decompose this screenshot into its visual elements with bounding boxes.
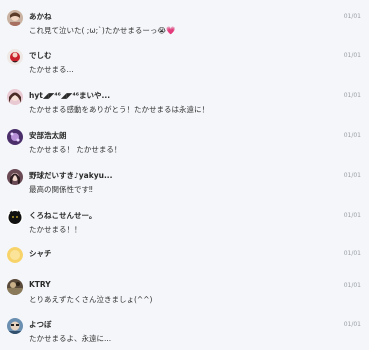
conversation-date: 01/01: [343, 13, 361, 20]
conversation-date: 01/01: [343, 92, 361, 99]
conversation-name: 野球だいすき♪yakyu...: [29, 171, 113, 180]
conversation-date: 01/01: [343, 212, 361, 219]
conversation-item[interactable]: くろねこせんせー。 01/01 たかせまる！！: [0, 207, 369, 247]
conversation-name: よつぼ: [29, 320, 52, 329]
conversation-list: あかね 01/01 これ見て泣いた( ;ω;`)たかせまるーっ😭💗 でしむ 01…: [0, 0, 369, 350]
conversation-item[interactable]: でしむ 01/01 たかせまる...: [0, 47, 369, 87]
conversation-message: たかせまる...: [29, 65, 74, 74]
black-cat-avatar-icon[interactable]: [7, 209, 23, 225]
conversation-item[interactable]: 安部浩太朗 01/01 たかせまる！ たかせまる！: [0, 127, 369, 167]
conversation-name: あかね: [29, 12, 52, 21]
photo-avatar-icon[interactable]: [7, 89, 23, 105]
conversation-name: hyt◢◤⁴⁶◢◤⁴⁶まいや...: [29, 91, 111, 100]
conversation-message: とりあえずたくさん泣きましょ(^^): [29, 295, 153, 304]
photo-avatar-icon[interactable]: [7, 49, 23, 65]
photo-avatar-icon[interactable]: [7, 10, 23, 26]
conversation-date: 01/01: [343, 282, 361, 289]
conversation-item[interactable]: KTRY 01/01 とりあえずたくさん泣きましょ(^^): [0, 277, 369, 317]
conversation-item[interactable]: あかね 01/01 これ見て泣いた( ;ω;`)たかせまるーっ😭💗: [0, 8, 369, 48]
photo-avatar-icon[interactable]: [7, 129, 23, 145]
photo-avatar-icon[interactable]: [7, 318, 23, 334]
conversation-message: たかせまるよ、永遠に...: [29, 334, 112, 343]
conversation-date: 01/01: [343, 250, 361, 257]
conversation-item[interactable]: よつぼ 01/01 たかせまるよ、永遠に...: [0, 316, 369, 350]
conversation-message: これ見て泣いた( ;ω;`)たかせまるーっ😭💗: [29, 26, 176, 35]
conversation-name: でしむ: [29, 51, 52, 60]
photo-avatar-icon[interactable]: [7, 169, 23, 185]
conversation-message: 最高の関係性です‼: [29, 185, 93, 194]
conversation-item[interactable]: 野球だいすき♪yakyu... 01/01 最高の関係性です‼: [0, 167, 369, 207]
conversation-message: たかせまる感動をありがとう！たかせまるは永遠に！: [29, 105, 209, 114]
conversation-message: たかせまる！！: [29, 225, 82, 234]
conversation-date: 01/01: [343, 321, 361, 328]
photo-avatar-icon[interactable]: [7, 279, 23, 295]
conversation-date: 01/01: [343, 172, 361, 179]
conversation-name: くろねこせんせー。: [29, 211, 97, 220]
conversation-name: 安部浩太朗: [29, 131, 67, 140]
conversation-date: 01/01: [343, 132, 361, 139]
conversation-name: シャチ: [29, 249, 52, 258]
conversation-date: 01/01: [343, 52, 361, 59]
conversation-name: KTRY: [29, 280, 51, 289]
yellow-avatar-icon[interactable]: [7, 247, 23, 263]
conversation-item[interactable]: hyt◢◤⁴⁶◢◤⁴⁶まいや... 01/01 たかせまる感動をありがとう！たか…: [0, 87, 369, 127]
conversation-message: たかせまる！ たかせまる！: [29, 145, 122, 154]
